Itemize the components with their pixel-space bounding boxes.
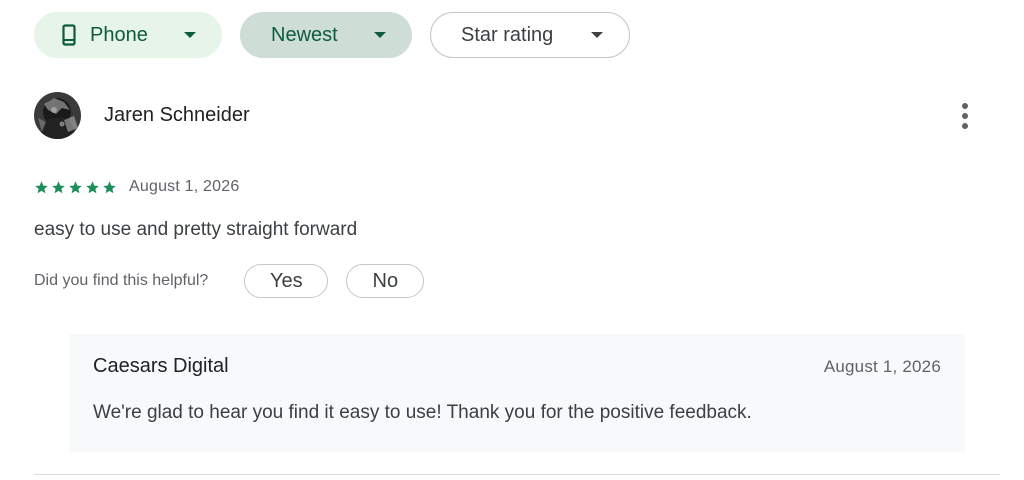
filter-chips: Phone Newest Star rating [34, 12, 630, 58]
avatar [34, 92, 81, 139]
helpful-row: Did you find this helpful? Yes No [34, 264, 425, 298]
helpful-question: Did you find this helpful? [34, 272, 209, 289]
reply-date: August 1, 2026 [823, 357, 941, 376]
chevron-down-icon [374, 32, 386, 38]
review-text: easy to use and pretty straight forward [34, 219, 358, 240]
reviews-page: Phone Newest Star rating Jaren Schneider [0, 0, 1024, 480]
more-options-button[interactable] [952, 100, 978, 132]
star-icon [69, 180, 82, 193]
helpful-yes-button[interactable]: Yes [244, 264, 329, 298]
chevron-down-icon [591, 32, 603, 38]
review-rating-row: August 1, 2026 [34, 178, 239, 196]
star-rating [34, 180, 117, 195]
review-divider [34, 474, 1000, 475]
sort-filter-label: Newest [271, 23, 338, 46]
device-filter-chip[interactable]: Phone [34, 12, 222, 58]
reply-text: We're glad to hear you find it easy to u… [93, 402, 752, 423]
star-icon [103, 180, 116, 193]
reviewer-name: Jaren Schneider [104, 104, 250, 126]
star-icon [86, 180, 99, 193]
device-filter-label: Phone [90, 23, 148, 46]
helpful-no-button[interactable]: No [346, 264, 425, 298]
reply-author: Caesars Digital [93, 355, 229, 377]
developer-reply: Caesars Digital August 1, 2026 We're gla… [69, 334, 965, 452]
phone-icon [62, 24, 76, 46]
star-rating-filter-label: Star rating [461, 23, 554, 46]
review-date: August 1, 2026 [129, 178, 240, 195]
chevron-down-icon [184, 32, 196, 38]
star-rating-filter-chip[interactable]: Star rating [430, 12, 630, 58]
sort-filter-chip[interactable]: Newest [240, 12, 412, 58]
star-icon [52, 180, 65, 193]
star-icon [35, 180, 48, 193]
more-vert-icon [962, 103, 968, 109]
